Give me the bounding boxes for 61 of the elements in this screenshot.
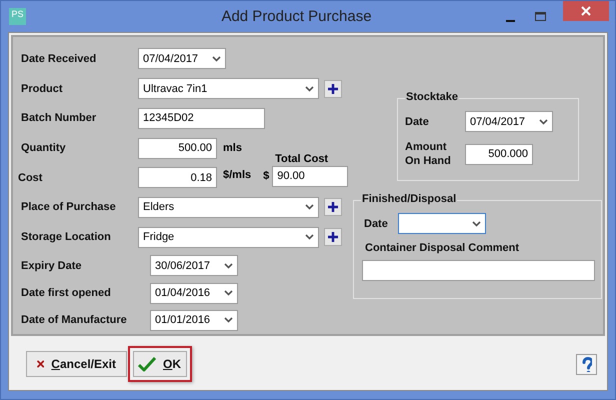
plus-icon [328,232,338,242]
currency-label: $ [263,170,270,182]
chevron-down-icon [305,204,314,210]
input-field[interactable]: 500.000 [465,144,533,164]
date-picker[interactable] [398,213,486,234]
maximize-icon [534,12,546,22]
close-button[interactable] [563,1,609,21]
question-mark-icon [581,356,592,372]
input-field[interactable]: 0.18 [138,167,217,188]
input-field[interactable]: 90.00 [272,166,348,187]
ok-button[interactable]: OK [128,346,192,382]
field-label: Date [364,218,389,230]
field-label: Place of Purchase [21,201,117,214]
input-field[interactable]: 12345D02 [138,108,265,129]
dropdown[interactable]: Fridge [138,226,319,248]
date-picker[interactable]: 07/04/2017 [138,48,226,70]
date-picker[interactable]: 01/01/2016 [150,310,238,331]
group-title: Finished/Disposal [361,193,458,205]
input-field[interactable] [362,260,595,281]
chevron-down-icon [212,56,221,62]
field-label: Date of Manufacture [21,314,128,326]
input-field[interactable]: 500.00 [138,138,217,159]
field-label: Quantity [21,142,67,154]
field-label: Expiry Date [21,260,83,272]
field-label: Date Received [21,52,98,65]
cancel-button[interactable]: Cancel/Exit [26,351,127,377]
date-picker[interactable]: 07/04/2017 [465,111,553,132]
field-label: Amount On Hand [405,140,452,168]
app-icon: PS [9,8,26,25]
chevron-down-icon [305,234,314,240]
close-icon [580,5,592,17]
dropdown[interactable]: Elders [138,196,319,218]
group-title: Stocktake [405,91,459,103]
plus-icon [328,84,338,94]
field-label: Storage Location [21,231,112,244]
field-label: Date first opened [21,287,112,300]
field-label: Batch Number [21,112,98,124]
date-picker[interactable]: 30/06/2017 [150,255,238,276]
dropdown[interactable]: Ultravac 7in1 [138,78,319,100]
checkmark-icon [138,356,156,372]
minimize-icon [506,20,514,22]
chevron-down-icon [305,86,314,92]
plus-icon [328,202,338,212]
field-label: Cost [18,172,44,184]
unit-label: $/mls [223,168,252,181]
field-label: Container Disposal Comment [365,242,520,254]
field-label: Product [21,82,64,95]
field-label: Total Cost [275,152,330,165]
window-title: Add Product Purchase [220,8,373,25]
chevron-down-icon [539,118,548,124]
unit-label: mls [223,142,242,154]
chevron-down-icon [224,290,233,296]
add-button[interactable] [324,228,342,246]
add-button[interactable] [324,80,342,98]
help-button[interactable] [576,354,597,374]
field-label: Date [405,116,430,128]
date-picker[interactable]: 01/04/2016 [150,282,238,304]
chevron-down-icon [224,317,233,324]
add-button[interactable] [324,198,342,216]
chevron-down-icon [224,262,233,269]
chevron-down-icon [472,220,481,226]
